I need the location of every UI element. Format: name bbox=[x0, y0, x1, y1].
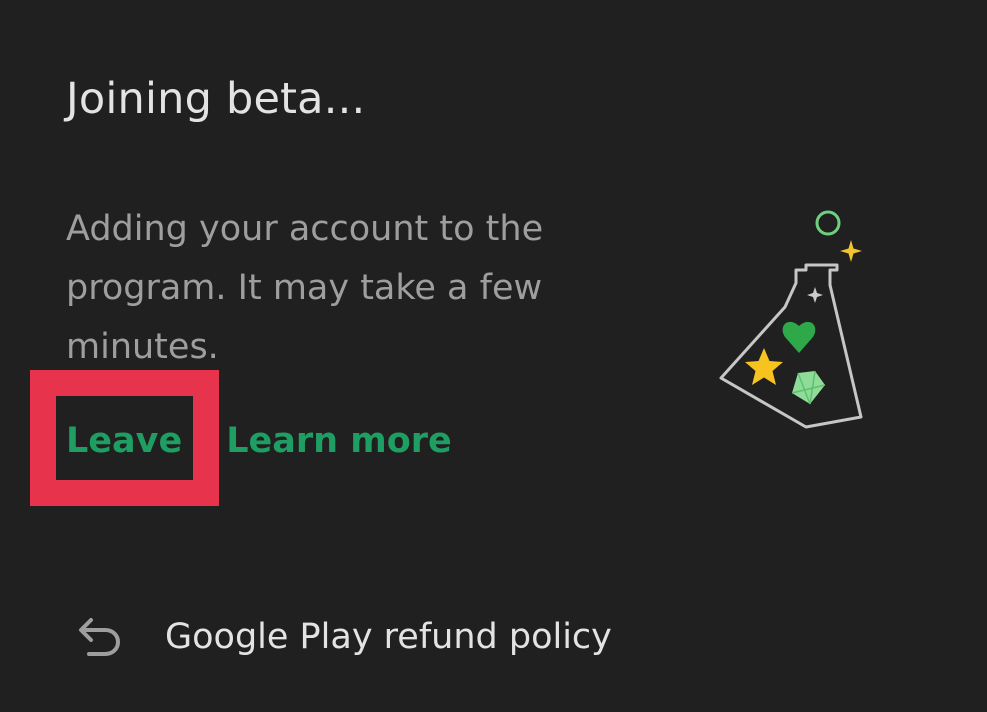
beta-flask-icon bbox=[712, 205, 872, 435]
refund-policy-item[interactable]: Google Play refund policy bbox=[74, 608, 612, 666]
refund-policy-label: Google Play refund policy bbox=[165, 617, 612, 657]
return-arrow-icon bbox=[74, 612, 124, 662]
leave-button[interactable]: Leave bbox=[66, 421, 182, 461]
dialog-title: Joining beta... bbox=[66, 74, 366, 124]
dialog-actions: Leave Learn more bbox=[66, 412, 452, 470]
dialog-description: Adding your account to the program. It m… bbox=[66, 209, 544, 367]
learn-more-link[interactable]: Learn more bbox=[226, 421, 452, 461]
